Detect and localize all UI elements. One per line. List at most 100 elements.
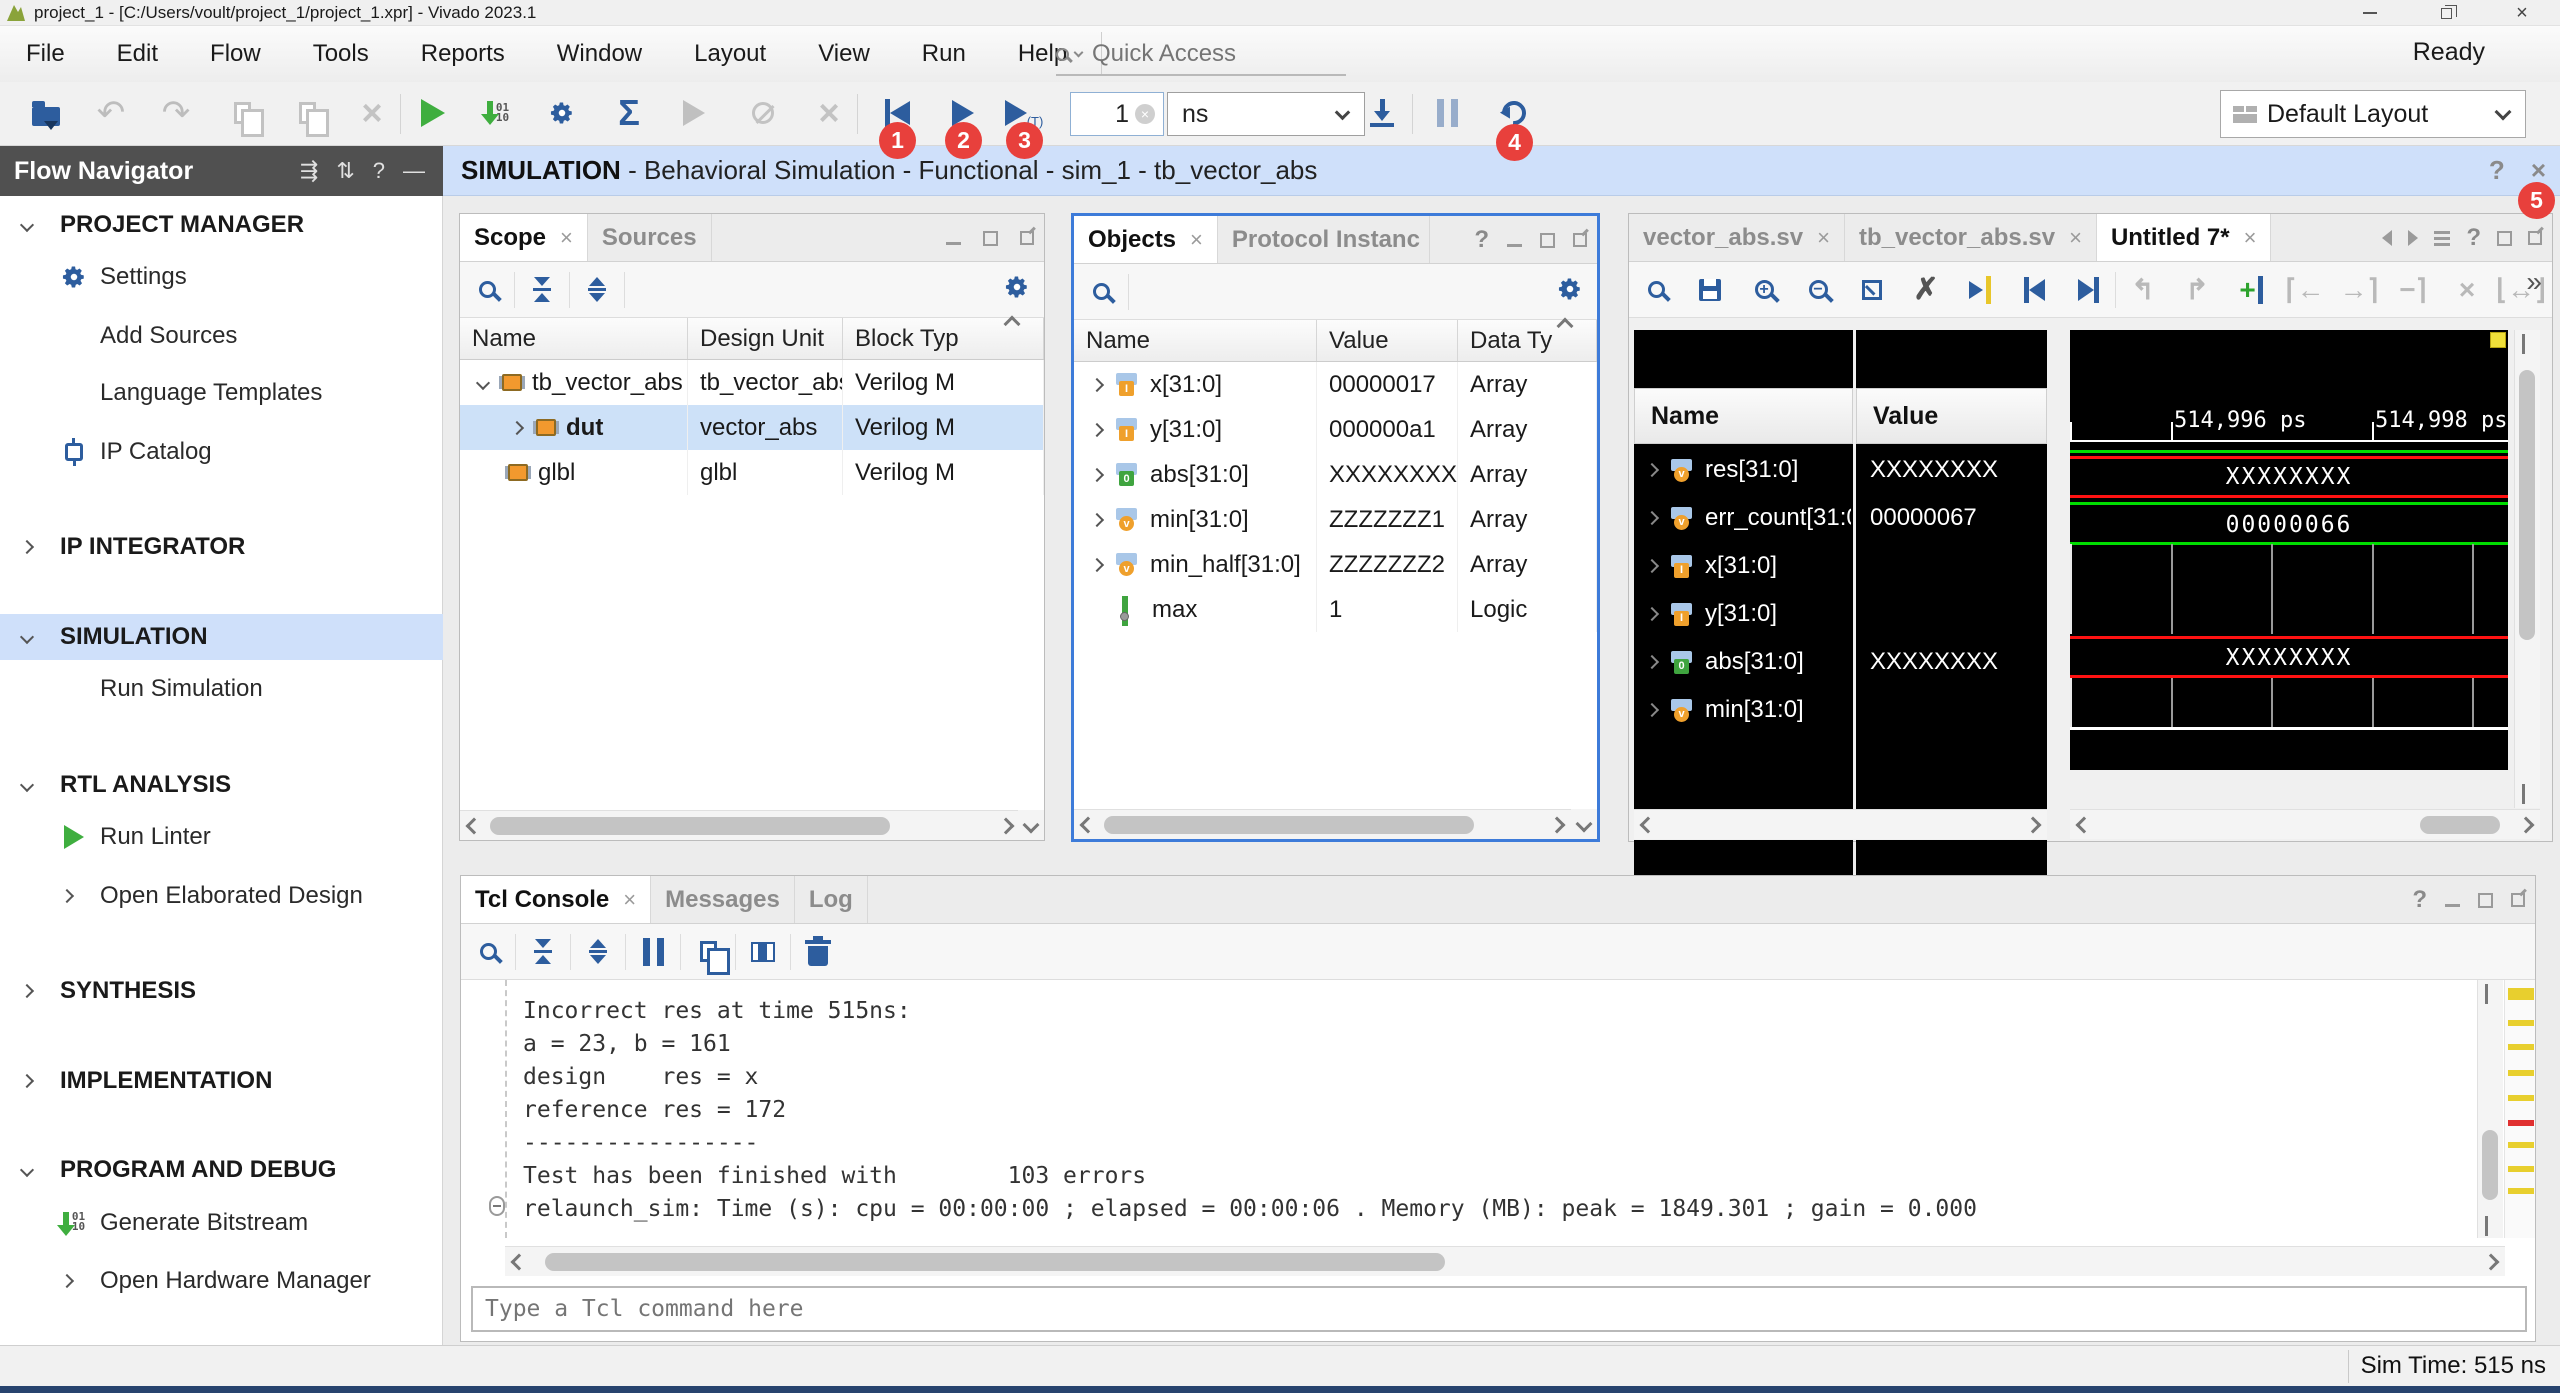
save-button[interactable] xyxy=(1683,279,1737,301)
report-button[interactable]: Σ xyxy=(607,90,651,136)
word-wrap-button[interactable] xyxy=(736,942,790,962)
menu-reports[interactable]: Reports xyxy=(395,40,531,68)
menu-run[interactable]: Run xyxy=(896,40,992,68)
column-value[interactable]: Value xyxy=(1317,320,1458,361)
help-icon[interactable]: ? xyxy=(373,158,385,184)
time-unit-select[interactable]: ns xyxy=(1167,92,1365,136)
help-icon[interactable]: ? xyxy=(2412,886,2427,914)
close-icon[interactable]: × xyxy=(623,887,636,913)
close-icon[interactable]: × xyxy=(1190,227,1203,253)
chevron-right-icon[interactable] xyxy=(1645,463,1659,477)
close-icon[interactable]: × xyxy=(560,225,573,251)
quick-access[interactable] xyxy=(1056,34,1346,76)
tab-list-icon[interactable] xyxy=(2434,231,2450,246)
scroll-up-icon[interactable] xyxy=(1557,318,1574,335)
menu-window[interactable]: Window xyxy=(531,40,668,68)
chevron-right-icon[interactable] xyxy=(1090,512,1104,526)
column-design-unit[interactable]: Design Unit xyxy=(688,318,843,359)
pause-output-button[interactable] xyxy=(626,938,680,966)
column-name[interactable]: Name xyxy=(1074,320,1317,361)
column-data-type[interactable]: Data Ty xyxy=(1458,320,1597,361)
chevron-right-icon[interactable] xyxy=(1645,511,1659,525)
fold-marker-icon[interactable] xyxy=(489,1196,505,1216)
delete-button[interactable]: × xyxy=(350,90,394,136)
tab-log[interactable]: Log xyxy=(795,876,868,923)
menu-layout[interactable]: Layout xyxy=(668,40,792,68)
minimize-panel-icon[interactable]: — xyxy=(403,158,425,184)
menu-file[interactable]: File xyxy=(0,40,91,68)
menu-view[interactable]: View xyxy=(792,40,896,68)
wave-signal-name[interactable]: vmin[31:0] xyxy=(1641,686,1851,734)
help-icon[interactable]: ? xyxy=(2489,155,2505,186)
expand-all-button[interactable] xyxy=(570,277,624,303)
tab-messages[interactable]: Messages xyxy=(651,876,795,923)
chevron-right-icon[interactable] xyxy=(1645,559,1659,573)
tcl-command-input[interactable] xyxy=(485,1296,2525,1322)
sidebar-item-run-linter[interactable]: Run Linter xyxy=(0,814,443,860)
layout-selector[interactable]: Default Layout xyxy=(2220,90,2526,138)
expand-all-button[interactable] xyxy=(571,939,625,965)
undo-button[interactable]: ↶ xyxy=(89,90,133,136)
table-row-selected[interactable]: dut vector_abs Verilog M xyxy=(460,405,1044,450)
wave-signal-name[interactable]: 0abs[31:0] xyxy=(1641,638,1851,686)
minimize-panel-icon[interactable] xyxy=(2445,904,2460,907)
zoom-out-button[interactable]: − xyxy=(1791,280,1845,299)
wave-column-name[interactable]: Name xyxy=(1634,388,1853,444)
sim-time-input[interactable] xyxy=(1071,100,1129,129)
chevron-right-icon[interactable] xyxy=(1645,607,1659,621)
table-row[interactable]: 0abs[31:0] XXXXXXXX Array xyxy=(1074,452,1597,497)
clear-icon[interactable]: × xyxy=(1135,104,1155,124)
close-icon[interactable]: × xyxy=(2244,225,2257,251)
tab-protocol-instances[interactable]: Protocol Instanc xyxy=(1218,216,1430,263)
wave-signal-name[interactable]: Ix[31:0] xyxy=(1641,542,1851,590)
search-button[interactable] xyxy=(461,943,515,960)
help-icon[interactable]: ? xyxy=(1474,226,1489,254)
maximize-panel-icon[interactable] xyxy=(1540,233,1555,248)
minimize-button[interactable] xyxy=(2332,0,2408,26)
zoom-fit-button[interactable] xyxy=(1845,280,1899,300)
next-transition-button[interactable] xyxy=(2061,277,2115,303)
tab-scope[interactable]: Scope× xyxy=(460,214,588,261)
section-implementation[interactable]: IMPLEMENTATION xyxy=(0,1058,443,1104)
quick-access-input[interactable] xyxy=(1092,40,1322,68)
generate-bitstream-button[interactable]: 0110 xyxy=(476,90,520,136)
copy-button[interactable] xyxy=(220,90,264,136)
clear-console-button[interactable] xyxy=(791,938,845,966)
horizontal-scrollbar[interactable] xyxy=(1634,809,2047,839)
chevron-right-icon[interactable] xyxy=(1090,377,1104,391)
maximize-panel-icon[interactable] xyxy=(2497,231,2512,246)
sidebar-item-add-sources[interactable]: Add Sources xyxy=(0,313,443,359)
table-row[interactable]: vmin_half[31:0] ZZZZZZZ2 Array xyxy=(1074,542,1597,587)
open-project-button[interactable] xyxy=(24,90,68,136)
table-row[interactable]: Ix[31:0] 00000017 Array xyxy=(1074,362,1597,407)
sidebar-item-language-templates[interactable]: Language Templates xyxy=(0,370,443,416)
search-button[interactable] xyxy=(460,281,514,298)
horizontal-scrollbar[interactable] xyxy=(2070,809,2540,839)
panel-settings-button[interactable] xyxy=(1004,274,1030,305)
close-button[interactable]: × xyxy=(2484,0,2560,26)
previous-transition-button[interactable] xyxy=(2007,277,2061,303)
wave-signal-name[interactable]: Iy[31:0] xyxy=(1641,590,1851,638)
chevron-right-icon[interactable] xyxy=(510,420,524,434)
section-ip-integrator[interactable]: IP INTEGRATOR xyxy=(0,524,443,570)
sidebar-item-open-elaborated-design[interactable]: Open Elaborated Design xyxy=(0,873,443,919)
column-name[interactable]: Name xyxy=(460,318,688,359)
close-icon[interactable]: × xyxy=(1817,225,1830,251)
maximize-panel-icon[interactable] xyxy=(983,231,998,246)
sidebar-item-run-simulation[interactable]: Run Simulation xyxy=(0,666,443,712)
collapse-all-button[interactable] xyxy=(516,939,570,965)
chevron-right-icon[interactable] xyxy=(1645,703,1659,717)
table-row[interactable]: max 1 Logic xyxy=(1074,587,1597,632)
horizontal-scrollbar[interactable] xyxy=(505,1246,2505,1276)
chevron-right-icon[interactable] xyxy=(1090,467,1104,481)
panel-settings-button[interactable] xyxy=(1557,276,1583,307)
menu-tools[interactable]: Tools xyxy=(287,40,395,68)
chevron-right-icon[interactable] xyxy=(1645,655,1659,669)
horizontal-scrollbar[interactable] xyxy=(1074,809,1571,839)
chevron-right-icon[interactable] xyxy=(1090,422,1104,436)
paste-button[interactable] xyxy=(285,90,329,136)
tab-tb-vector-abs-sv[interactable]: tb_vector_abs.sv× xyxy=(1845,214,2097,261)
step-button[interactable] xyxy=(1360,90,1404,136)
restore-button[interactable] xyxy=(2408,0,2484,26)
scroll-down-icon[interactable] xyxy=(1576,816,1593,833)
